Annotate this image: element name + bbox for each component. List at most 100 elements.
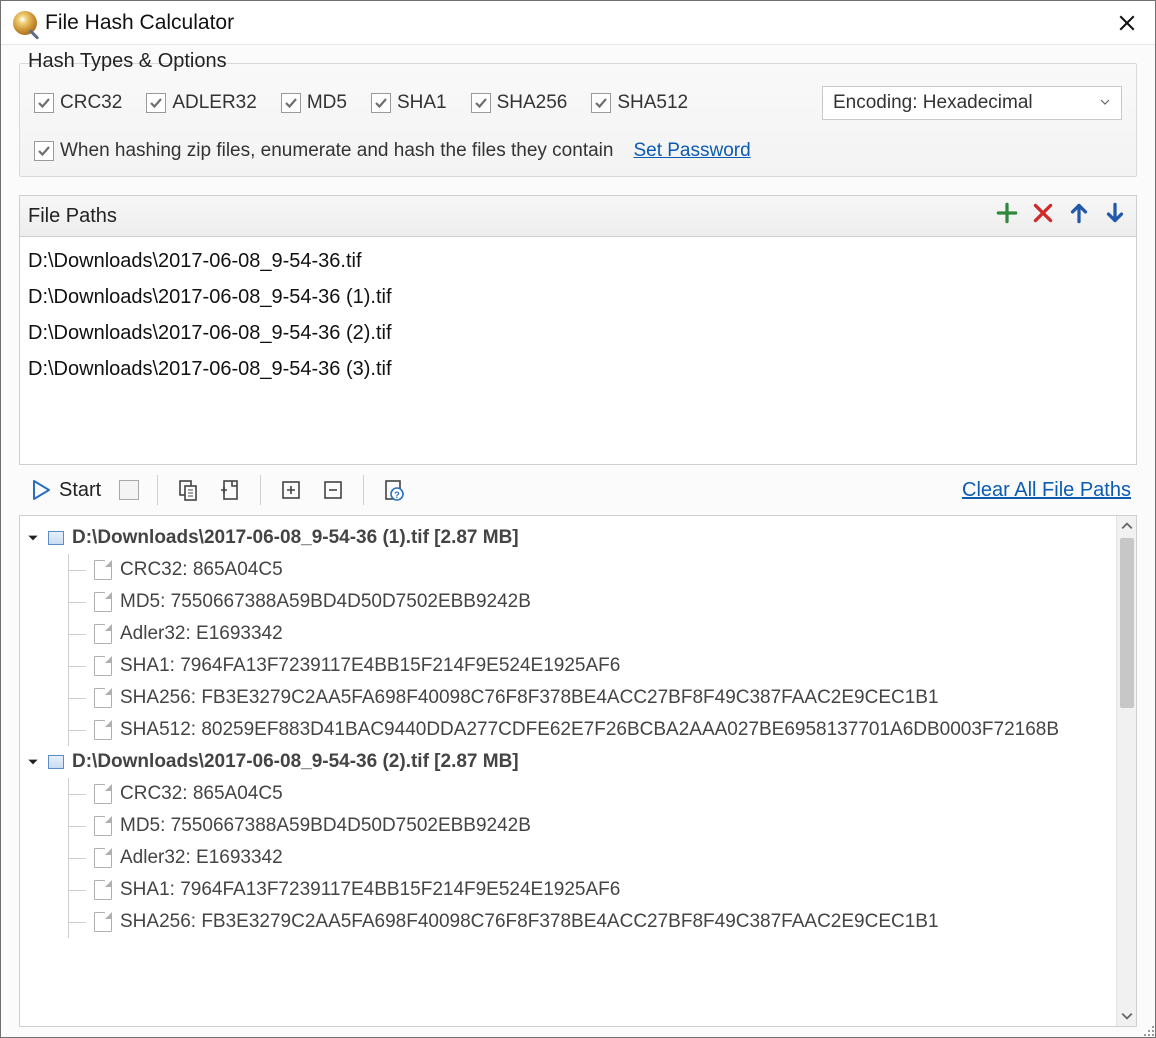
hash-value: SHA1: 7964FA13F7239117E4BB15F214F9E524E1… — [120, 879, 620, 901]
chevron-down-icon — [26, 755, 40, 769]
move-down-button[interactable] — [1102, 200, 1128, 232]
filepaths-list[interactable]: D:\Downloads\2017-06-08_9-54-36.tifD:\Do… — [19, 237, 1137, 465]
hash-value: SHA512: 80259EF883D41BAC9440DDA277CDFE62… — [120, 719, 1059, 741]
hash-type-checkbox-sha256[interactable]: SHA256 — [471, 92, 568, 114]
scroll-thumb[interactable] — [1120, 538, 1134, 708]
help-button[interactable]: ? — [378, 476, 410, 504]
close-icon — [1118, 14, 1136, 32]
encoding-dropdown[interactable]: Encoding: Hexadecimal — [822, 86, 1122, 120]
hash-type-checkbox-sha1[interactable]: SHA1 — [371, 92, 447, 114]
tree-toggle[interactable] — [24, 531, 42, 545]
result-file-node[interactable]: D:\Downloads\2017-06-08_9-54-36 (1).tif … — [24, 522, 1112, 554]
start-button[interactable]: Start — [25, 476, 105, 504]
checkmark-icon — [473, 95, 489, 111]
result-hash-line[interactable]: SHA256: FB3E3279C2AA5FA698F40098C76F8F37… — [24, 682, 1112, 714]
page-icon — [94, 880, 112, 900]
result-file-header: D:\Downloads\2017-06-08_9-54-36 (2).tif … — [72, 751, 519, 773]
close-button[interactable] — [1107, 7, 1147, 39]
hash-type-checkbox-sha512[interactable]: SHA512 — [591, 92, 688, 114]
result-hash-line[interactable]: SHA256: FB3E3279C2AA5FA698F40098C76F8F37… — [24, 906, 1112, 938]
hash-types-row: CRC32 ADLER32 MD5 SHA1 SHA256 SHA512 Encoding… — [34, 86, 1122, 120]
checkbox-box — [146, 93, 166, 113]
zip-option-label: When hashing zip files, enumerate and ha… — [60, 140, 613, 162]
scrollbar[interactable] — [1116, 516, 1136, 1026]
page-icon — [94, 912, 112, 932]
hash-type-label: SHA512 — [617, 92, 688, 114]
result-file-node[interactable]: D:\Downloads\2017-06-08_9-54-36 (2).tif … — [24, 746, 1112, 778]
tree-toggle[interactable] — [24, 755, 42, 769]
result-hash-line[interactable]: CRC32: 865A04C5 — [24, 778, 1112, 810]
hash-type-checkbox-adler32[interactable]: ADLER32 — [146, 92, 257, 114]
hash-value: Adler32: E1693342 — [120, 847, 283, 869]
result-hash-line[interactable]: Adler32: E1693342 — [24, 618, 1112, 650]
hash-value: MD5: 7550667388A59BD4D50D7502EBB9242B — [120, 591, 531, 613]
scroll-track — [1117, 710, 1136, 1006]
content-area: Hash Types & Options CRC32ADLER32MD5SHA1… — [1, 45, 1155, 1037]
result-hash-line[interactable]: SHA1: 7964FA13F7239117E4BB15F214F9E524E1… — [24, 874, 1112, 906]
remove-path-button[interactable] — [1030, 200, 1056, 232]
checkbox-box — [371, 93, 391, 113]
checkmark-icon — [373, 95, 389, 111]
hash-options-group: Hash Types & Options CRC32ADLER32MD5SHA1… — [19, 63, 1137, 177]
hash-value: SHA256: FB3E3279C2AA5FA698F40098C76F8F37… — [120, 687, 939, 709]
expand-all-button[interactable] — [275, 476, 307, 504]
copy-button[interactable] — [172, 476, 204, 504]
hash-value: SHA1: 7964FA13F7239117E4BB15F214F9E524E1… — [120, 655, 620, 677]
filepath-item[interactable]: D:\Downloads\2017-06-08_9-54-36 (1).tif — [28, 279, 1128, 315]
result-hash-line[interactable]: Adler32: E1693342 — [24, 842, 1112, 874]
hash-value: MD5: 7550667388A59BD4D50D7502EBB9242B — [120, 815, 531, 837]
move-up-button[interactable] — [1066, 200, 1092, 232]
help-icon: ? — [382, 478, 406, 502]
encoding-label: Encoding: Hexadecimal — [833, 92, 1033, 114]
expand-icon — [279, 478, 303, 502]
play-icon — [29, 478, 53, 502]
hash-type-label: MD5 — [307, 92, 347, 114]
results-tree[interactable]: D:\Downloads\2017-06-08_9-54-36 (1).tif … — [20, 516, 1116, 1026]
checkbox-box — [281, 93, 301, 113]
result-hash-line[interactable]: CRC32: 865A04C5 — [24, 554, 1112, 586]
checkmark-icon — [593, 95, 609, 111]
filepath-item[interactable]: D:\Downloads\2017-06-08_9-54-36.tif — [28, 243, 1128, 279]
chevron-down-icon — [1121, 1010, 1133, 1022]
set-password-link[interactable]: Set Password — [633, 140, 750, 162]
page-icon — [94, 656, 112, 676]
resize-grip[interactable] — [1140, 1022, 1154, 1036]
filepaths-header: File Paths — [19, 195, 1137, 237]
start-label: Start — [59, 479, 101, 502]
collapse-all-button[interactable] — [317, 476, 349, 504]
result-hash-line[interactable]: MD5: 7550667388A59BD4D50D7502EBB9242B — [24, 810, 1112, 842]
titlebar: File Hash Calculator — [1, 1, 1155, 45]
filepath-item[interactable]: D:\Downloads\2017-06-08_9-54-36 (3).tif — [28, 351, 1128, 387]
svg-text:?: ? — [395, 490, 401, 500]
result-hash-line[interactable]: MD5: 7550667388A59BD4D50D7502EBB9242B — [24, 586, 1112, 618]
page-icon — [94, 688, 112, 708]
result-file-header: D:\Downloads\2017-06-08_9-54-36 (1).tif … — [72, 527, 519, 549]
checkbox-box — [591, 93, 611, 113]
page-icon — [94, 816, 112, 836]
hash-type-label: CRC32 — [60, 92, 122, 114]
file-badge-icon — [48, 755, 64, 769]
stop-button[interactable] — [115, 478, 143, 502]
result-hash-line[interactable]: SHA512: 80259EF883D41BAC9440DDA277CDFE62… — [24, 714, 1112, 746]
copy-icon — [176, 478, 200, 502]
chevron-up-icon — [1121, 520, 1133, 532]
app-icon — [13, 11, 37, 35]
results-panel: D:\Downloads\2017-06-08_9-54-36 (1).tif … — [19, 515, 1137, 1027]
copy-page-icon — [218, 478, 242, 502]
filepath-item[interactable]: D:\Downloads\2017-06-08_9-54-36 (2).tif — [28, 315, 1128, 351]
action-toolbar: Start ? Clear All File Paths — [19, 465, 1137, 515]
hash-type-checkbox-md5[interactable]: MD5 — [281, 92, 347, 114]
scroll-up-button[interactable] — [1117, 516, 1136, 536]
checkbox-box — [34, 141, 54, 161]
zip-enumerate-checkbox[interactable]: When hashing zip files, enumerate and ha… — [34, 140, 613, 162]
checkbox-box — [471, 93, 491, 113]
add-path-button[interactable] — [994, 200, 1020, 232]
arrow-down-icon — [1102, 200, 1128, 226]
copy-single-button[interactable] — [214, 476, 246, 504]
plus-icon — [994, 200, 1020, 226]
checkmark-icon — [36, 143, 52, 159]
result-hash-line[interactable]: SHA1: 7964FA13F7239117E4BB15F214F9E524E1… — [24, 650, 1112, 682]
hash-type-checkbox-crc32[interactable]: CRC32 — [34, 92, 122, 114]
scroll-down-button[interactable] — [1117, 1006, 1136, 1026]
clear-all-link[interactable]: Clear All File Paths — [962, 479, 1131, 502]
